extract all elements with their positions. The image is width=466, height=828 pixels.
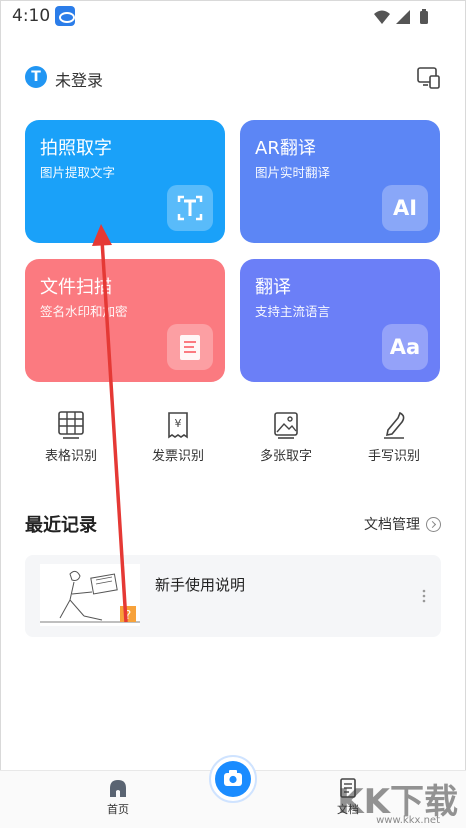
card-title: 翻译 bbox=[255, 277, 291, 298]
invoice-icon: ¥ bbox=[168, 412, 188, 439]
card-subtitle: 图片提取文字 bbox=[40, 165, 116, 180]
card-title: 拍照取字 bbox=[40, 138, 112, 159]
camera-button[interactable] bbox=[209, 755, 257, 803]
doc-manage-label: 文档管理 bbox=[364, 517, 420, 533]
table-icon bbox=[58, 411, 84, 439]
more-options-icon[interactable] bbox=[421, 589, 427, 603]
svg-text:¥: ¥ bbox=[175, 417, 182, 430]
signal-icon bbox=[396, 10, 410, 24]
aa-icon: Aa bbox=[382, 324, 428, 370]
card-translate[interactable]: 翻译 支持主流语言 Aa bbox=[240, 259, 440, 382]
section-title-recent: 最近记录 bbox=[25, 515, 97, 536]
nav-home-label: 首页 bbox=[107, 803, 129, 816]
nav-home[interactable]: 首页 bbox=[100, 777, 136, 817]
chevron-right-icon bbox=[426, 516, 441, 532]
images-icon bbox=[274, 412, 298, 439]
card-subtitle: 图片实时翻译 bbox=[255, 165, 331, 180]
list-item[interactable]: ? 新手使用说明 bbox=[25, 555, 441, 637]
tool-multi-image[interactable]: 多张取字 bbox=[236, 410, 336, 470]
text-scan-icon bbox=[167, 185, 213, 231]
tool-label: 发票识别 bbox=[151, 449, 204, 464]
card-subtitle: 支持主流语言 bbox=[255, 304, 331, 319]
card-title: 文件扫描 bbox=[40, 277, 112, 298]
device-switch-icon[interactable] bbox=[417, 64, 441, 90]
tool-label: 手写识别 bbox=[367, 449, 420, 464]
tool-label: 多张取字 bbox=[259, 449, 312, 464]
svg-text:?: ? bbox=[125, 608, 131, 622]
status-time: 4:10 bbox=[12, 6, 51, 26]
ai-icon: AI bbox=[382, 185, 428, 231]
pen-icon bbox=[384, 411, 405, 439]
tool-table-recognition[interactable]: 表格识别 bbox=[21, 410, 121, 470]
card-subtitle: 签名水印和加密 bbox=[40, 304, 128, 319]
tool-label: 表格识别 bbox=[44, 449, 97, 464]
record-thumbnail: ? bbox=[40, 564, 140, 626]
aa-glyph: Aa bbox=[389, 335, 421, 359]
status-bar: 4:10 bbox=[0, 0, 466, 34]
card-photo-text[interactable]: 拍照取字 图片提取文字 bbox=[25, 120, 225, 243]
app-notification-icon bbox=[55, 6, 75, 26]
watermark-url: www.kkx.net bbox=[376, 815, 440, 826]
ai-glyph: AI bbox=[392, 196, 418, 220]
tool-invoice-recognition[interactable]: ¥ 发票识别 bbox=[128, 410, 228, 470]
header: T 未登录 bbox=[0, 60, 466, 94]
doc-manage-link[interactable]: 文档管理 bbox=[364, 514, 441, 534]
watermark: KK下载 www.kkx.net bbox=[316, 766, 466, 828]
record-title: 新手使用说明 bbox=[155, 576, 246, 594]
login-status-label[interactable]: 未登录 bbox=[55, 67, 103, 91]
camera-icon bbox=[215, 761, 251, 797]
app-logo-icon: T bbox=[25, 66, 47, 88]
card-file-scan[interactable]: 文件扫描 签名水印和加密 bbox=[25, 259, 225, 382]
card-title: AR翻译 bbox=[255, 138, 316, 159]
card-ar-translate[interactable]: AR翻译 图片实时翻译 AI bbox=[240, 120, 440, 243]
home-icon bbox=[110, 780, 126, 797]
tool-handwriting[interactable]: 手写识别 bbox=[344, 410, 444, 470]
wifi-icon bbox=[374, 10, 390, 24]
battery-icon bbox=[420, 11, 428, 24]
document-icon bbox=[167, 324, 213, 370]
status-icons bbox=[374, 9, 428, 24]
